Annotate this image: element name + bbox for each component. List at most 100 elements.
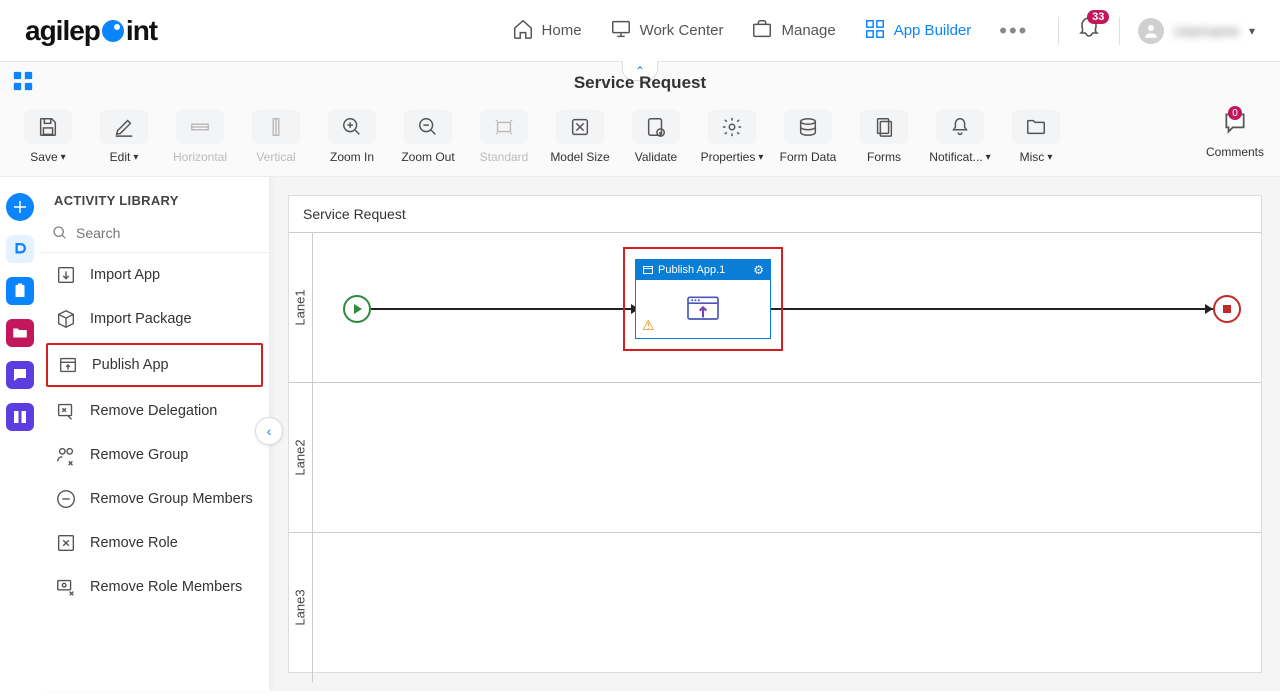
briefcase-icon <box>751 18 773 44</box>
user-menu[interactable]: Username ▾ <box>1138 18 1255 44</box>
warning-icon: ⚠ <box>642 317 655 334</box>
avatar-icon <box>1138 18 1164 44</box>
top-nav: agilepint Home Work Center Manage App Bu… <box>0 0 1280 62</box>
clipboard-icon <box>11 282 29 300</box>
columns-icon <box>11 408 29 426</box>
page-title: Service Request <box>574 73 706 93</box>
monitor-icon <box>610 18 632 44</box>
canvas-wrap: Service Request Lane1 Publish App.1 <box>270 177 1280 691</box>
grid-icon <box>864 18 886 44</box>
activity-remove-role[interactable]: Remove Role <box>40 521 269 565</box>
activity-publish-app-node[interactable]: Publish App.1 ⚙ <box>635 259 771 339</box>
remove-role-icon <box>54 531 78 555</box>
nav-home[interactable]: Home <box>512 18 582 44</box>
logo-dot-icon <box>102 20 124 42</box>
publish-activity-icon <box>683 291 723 327</box>
remove-role-members-icon <box>54 575 78 599</box>
left-rail <box>0 177 40 691</box>
zoom-out-icon <box>417 116 439 138</box>
properties-button[interactable]: Properties▾ <box>700 110 764 164</box>
chevron-down-icon: ▾ <box>133 152 138 163</box>
rail-folder-button[interactable] <box>6 319 34 347</box>
activity-library-sidebar: ACTIVITY LIBRARY Import App Import Packa… <box>40 177 270 691</box>
nav-home-label: Home <box>542 22 582 39</box>
edit-icon <box>113 116 135 138</box>
notifications-button[interactable]: 33 <box>1077 16 1101 45</box>
activity-highlight: Publish App.1 ⚙ <box>623 247 783 351</box>
rail-columns-button[interactable] <box>6 403 34 431</box>
activity-import-package[interactable]: Import Package <box>40 297 269 341</box>
chevron-down-icon: ▾ <box>1249 24 1255 38</box>
process-canvas[interactable]: Service Request Lane1 Publish App.1 <box>288 195 1262 673</box>
zoom-in-button[interactable]: Zoom In <box>320 110 384 164</box>
activity-remove-role-members[interactable]: Remove Role Members <box>40 565 269 609</box>
lane-1[interactable]: Lane1 Publish App.1 ⚙ <box>289 232 1261 382</box>
rail-add-button[interactable] <box>6 193 34 221</box>
forms-button[interactable]: Forms <box>852 110 916 164</box>
collapse-sidebar-button[interactable]: ‹ <box>255 417 283 445</box>
nav-more[interactable]: ••• <box>999 18 1028 44</box>
forms-icon <box>873 116 895 138</box>
sidebar-title: ACTIVITY LIBRARY <box>40 177 269 218</box>
vertical-button[interactable]: Vertical <box>244 110 308 164</box>
rail-chat-button[interactable] <box>6 361 34 389</box>
notifications-badge: 33 <box>1087 10 1109 24</box>
save-icon <box>37 116 59 138</box>
standard-icon <box>493 116 515 138</box>
zoom-out-button[interactable]: Zoom Out <box>396 110 460 164</box>
sub-header: ⌃ Service Request Save▾ Edit▾ Horizontal… <box>0 62 1280 177</box>
horizontal-button[interactable]: Horizontal <box>168 110 232 164</box>
publish-app-icon <box>56 353 80 377</box>
divider <box>1058 17 1059 45</box>
start-node[interactable] <box>343 295 371 323</box>
comments-button[interactable]: 0 Comments <box>1206 110 1264 159</box>
save-button[interactable]: Save▾ <box>16 110 80 164</box>
activity-remove-group[interactable]: Remove Group <box>40 433 269 477</box>
canvas-title: Service Request <box>289 196 1261 232</box>
logo: agilepint <box>25 15 157 47</box>
notifications-tool-button[interactable]: Notificat...▾ <box>928 110 992 164</box>
align-vertical-icon <box>265 116 287 138</box>
edit-button[interactable]: Edit▾ <box>92 110 156 164</box>
nav-manage[interactable]: Manage <box>751 18 835 44</box>
lane-2[interactable]: Lane2 <box>289 382 1261 532</box>
form-data-button[interactable]: Form Data <box>776 110 840 164</box>
activity-import-app[interactable]: Import App <box>40 253 269 297</box>
folder-icon <box>1025 116 1047 138</box>
remove-delegation-icon <box>54 399 78 423</box>
nav-app-builder[interactable]: App Builder <box>864 18 972 44</box>
rail-d-button[interactable] <box>6 235 34 263</box>
nav-manage-label: Manage <box>781 22 835 39</box>
activity-remove-delegation[interactable]: Remove Delegation <box>40 389 269 433</box>
misc-button[interactable]: Misc▾ <box>1004 110 1068 164</box>
nav-work-center-label: Work Center <box>640 22 724 39</box>
chevron-down-icon: ▾ <box>61 152 66 163</box>
activity-list: Import App Import Package Publish App Re… <box>40 253 269 691</box>
end-node[interactable] <box>1213 295 1241 323</box>
zoom-in-icon <box>341 116 363 138</box>
window-small-icon <box>642 264 654 276</box>
gear-icon[interactable]: ⚙ <box>753 263 764 277</box>
chevron-down-icon: ▾ <box>1047 152 1052 163</box>
rail-clipboard-button[interactable] <box>6 277 34 305</box>
nav-work-center[interactable]: Work Center <box>610 18 724 44</box>
toolbar: Save▾ Edit▾ Horizontal Vertical Zoom In … <box>0 104 1280 176</box>
validate-icon <box>645 116 667 138</box>
user-name: Username <box>1174 23 1239 39</box>
search-input[interactable] <box>76 225 257 241</box>
model-size-icon <box>569 116 591 138</box>
apps-grid-button[interactable] <box>12 70 34 97</box>
lane-3[interactable]: Lane3 <box>289 532 1261 682</box>
align-horizontal-icon <box>189 116 211 138</box>
activity-title: Publish App.1 <box>658 264 725 276</box>
search-wrap <box>40 218 269 253</box>
validate-button[interactable]: Validate <box>624 110 688 164</box>
activity-publish-app[interactable]: Publish App <box>46 343 263 387</box>
d-icon <box>11 240 29 258</box>
plus-icon <box>11 198 29 216</box>
activity-remove-group-members[interactable]: Remove Group Members <box>40 477 269 521</box>
nav-app-builder-label: App Builder <box>894 22 972 39</box>
main: ACTIVITY LIBRARY Import App Import Packa… <box>0 177 1280 691</box>
standard-button[interactable]: Standard <box>472 110 536 164</box>
model-size-button[interactable]: Model Size <box>548 110 612 164</box>
